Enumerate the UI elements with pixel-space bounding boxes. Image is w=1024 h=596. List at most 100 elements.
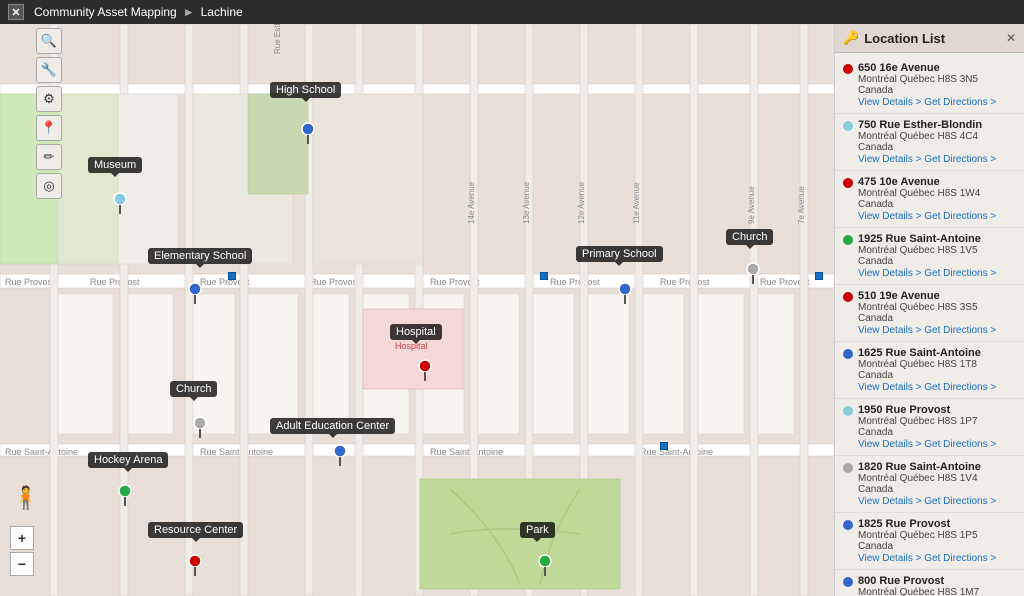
pin-resource-center[interactable] — [188, 554, 202, 579]
location-street: 650 16e Avenue — [858, 62, 1016, 74]
zoom-controls: + − — [10, 526, 34, 576]
pin-elementary-school[interactable] — [188, 282, 202, 307]
location-links[interactable]: View Details > Get Directions > — [858, 553, 1016, 564]
location-links[interactable]: View Details > Get Directions > — [858, 154, 1016, 165]
view-details-link[interactable]: View Details > — [858, 439, 921, 450]
search-tool-button[interactable]: 🔍 — [36, 28, 62, 54]
get-directions-link[interactable]: Get Directions > — [924, 553, 996, 564]
location-city: Montréal Québec H8S 1M7 — [858, 587, 1016, 596]
location-city: Montréal Québec H8S 3N5 — [858, 74, 1016, 85]
location-dot — [843, 406, 853, 416]
key-icon: 🔑 — [843, 30, 859, 46]
pin-high-school[interactable] — [301, 122, 315, 147]
pin-hospital[interactable] — [418, 359, 432, 384]
location-item-header: 800 Rue Provost Montréal Québec H8S 1M7 … — [843, 575, 1016, 596]
location-country: Canada — [858, 541, 1016, 552]
location-links[interactable]: View Details > Get Directions > — [858, 325, 1016, 336]
settings-tool-button[interactable]: ⚙ — [36, 86, 62, 112]
pin-primary-school[interactable] — [618, 282, 632, 307]
get-directions-link[interactable]: Get Directions > — [924, 97, 996, 108]
svg-text:Rue Saint-Antoine: Rue Saint-Antoine — [200, 447, 273, 457]
svg-text:14e Avenue: 14e Avenue — [467, 181, 476, 224]
app-title: Community Asset Mapping — [34, 5, 177, 19]
panel-header: 🔑 Location List ✕ — [835, 24, 1024, 53]
location-street: 475 10e Avenue — [858, 176, 1016, 188]
person-icon: 🧍 — [12, 485, 39, 511]
location-street: 1820 Rue Saint-Antoine — [858, 461, 1016, 473]
location-links[interactable]: View Details > Get Directions > — [858, 97, 1016, 108]
location-city: Montréal Québec H8S 1V4 — [858, 473, 1016, 484]
location-item[interactable]: 510 19e Avenue Montréal Québec H8S 3S5 C… — [835, 285, 1024, 342]
pin-park[interactable] — [538, 554, 552, 579]
view-details-link[interactable]: View Details > — [858, 325, 921, 336]
view-details-link[interactable]: View Details > — [858, 553, 921, 564]
map-area[interactable]: Rue Provost Rue Provost Rue Provost Rue … — [0, 24, 834, 596]
view-details-link[interactable]: View Details > — [858, 268, 921, 279]
view-details-link[interactable]: View Details > — [858, 496, 921, 507]
location-links[interactable]: View Details > Get Directions > — [858, 439, 1016, 450]
view-details-link[interactable]: View Details > — [858, 97, 921, 108]
location-item[interactable]: 650 16e Avenue Montréal Québec H8S 3N5 C… — [835, 57, 1024, 114]
map-indicator-1 — [228, 272, 236, 280]
view-details-link[interactable]: View Details > — [858, 154, 921, 165]
location-links[interactable]: View Details > Get Directions > — [858, 211, 1016, 222]
svg-text:Rue Saint-Antoine: Rue Saint-Antoine — [5, 447, 78, 457]
close-button[interactable]: ✕ — [8, 4, 24, 20]
get-directions-link[interactable]: Get Directions > — [924, 382, 996, 393]
zoom-in-button[interactable]: + — [10, 526, 34, 550]
location-links[interactable]: View Details > Get Directions > — [858, 382, 1016, 393]
edit-tool-button[interactable]: ✏ — [36, 144, 62, 170]
location-item[interactable]: 1925 Rue Saint-Antoine Montréal Québec H… — [835, 228, 1024, 285]
location-item[interactable]: 1950 Rue Provost Montréal Québec H8S 1P7… — [835, 399, 1024, 456]
location-street: 510 19e Avenue — [858, 290, 1016, 302]
svg-text:Rue Saint-Antoine: Rue Saint-Antoine — [430, 447, 503, 457]
location-links[interactable]: View Details > Get Directions > — [858, 268, 1016, 279]
get-directions-link[interactable]: Get Directions > — [924, 211, 996, 222]
view-details-link[interactable]: View Details > — [858, 382, 921, 393]
location-dot — [843, 64, 853, 74]
location-item[interactable]: 750 Rue Esther-Blondin Montréal Québec H… — [835, 114, 1024, 171]
location-street: 1950 Rue Provost — [858, 404, 1016, 416]
wrench-tool-button[interactable]: 🔧 — [36, 57, 62, 83]
svg-text:Rue Esther-Blondin: Rue Esther-Blondin — [273, 24, 282, 54]
location-list-panel: 🔑 Location List ✕ 650 16e Avenue Montréa… — [834, 24, 1024, 596]
location-city: Montréal Québec H8S 1W4 — [858, 188, 1016, 199]
location-city: Montréal Québec H8S 1T8 — [858, 359, 1016, 370]
location-item[interactable]: 475 10e Avenue Montréal Québec H8S 1W4 C… — [835, 171, 1024, 228]
location-street: 1925 Rue Saint-Antoine — [858, 233, 1016, 245]
location-country: Canada — [858, 256, 1016, 267]
location-dot — [843, 577, 853, 587]
location-item[interactable]: 1825 Rue Provost Montréal Québec H8S 1P5… — [835, 513, 1024, 570]
panel-close-button[interactable]: ✕ — [1006, 31, 1016, 45]
pin-church-left[interactable] — [193, 416, 207, 441]
get-directions-link[interactable]: Get Directions > — [924, 325, 996, 336]
location-links[interactable]: View Details > Get Directions > — [858, 496, 1016, 507]
zoom-out-button[interactable]: − — [10, 552, 34, 576]
get-directions-link[interactable]: Get Directions > — [924, 439, 996, 450]
location-item[interactable]: 800 Rue Provost Montréal Québec H8S 1M7 … — [835, 570, 1024, 596]
pin-hockey-arena[interactable] — [118, 484, 132, 509]
location-info: 1625 Rue Saint-Antoine Montréal Québec H… — [858, 347, 1016, 393]
svg-text:Rue Provost: Rue Provost — [310, 277, 360, 287]
get-directions-link[interactable]: Get Directions > — [924, 496, 996, 507]
pin-tool-button[interactable]: 📍 — [36, 115, 62, 141]
location-item[interactable]: 1820 Rue Saint-Antoine Montréal Québec H… — [835, 456, 1024, 513]
location-street: 800 Rue Provost — [858, 575, 1016, 587]
svg-text:7e Avenue: 7e Avenue — [797, 186, 806, 224]
pin-museum[interactable] — [113, 192, 127, 217]
location-item[interactable]: 1625 Rue Saint-Antoine Montréal Québec H… — [835, 342, 1024, 399]
get-directions-link[interactable]: Get Directions > — [924, 268, 996, 279]
locate-tool-button[interactable]: ◎ — [36, 173, 62, 199]
pin-church-right[interactable] — [746, 262, 760, 287]
location-list[interactable]: 650 16e Avenue Montréal Québec H8S 3N5 C… — [835, 53, 1024, 596]
view-details-link[interactable]: View Details > — [858, 211, 921, 222]
svg-text:9e Avenue: 9e Avenue — [747, 186, 756, 224]
breadcrumb-arrow: ► — [183, 5, 195, 19]
pin-adult-ed[interactable] — [333, 444, 347, 469]
location-item-header: 1950 Rue Provost Montréal Québec H8S 1P7… — [843, 404, 1016, 450]
app: ✕ Community Asset Mapping ► Lachine Rue … — [0, 0, 1024, 596]
svg-text:Rue Provost: Rue Provost — [5, 277, 55, 287]
svg-text:Hospital: Hospital — [395, 341, 428, 351]
location-city: Montréal Québec H8S 4C4 — [858, 131, 1016, 142]
get-directions-link[interactable]: Get Directions > — [924, 154, 996, 165]
